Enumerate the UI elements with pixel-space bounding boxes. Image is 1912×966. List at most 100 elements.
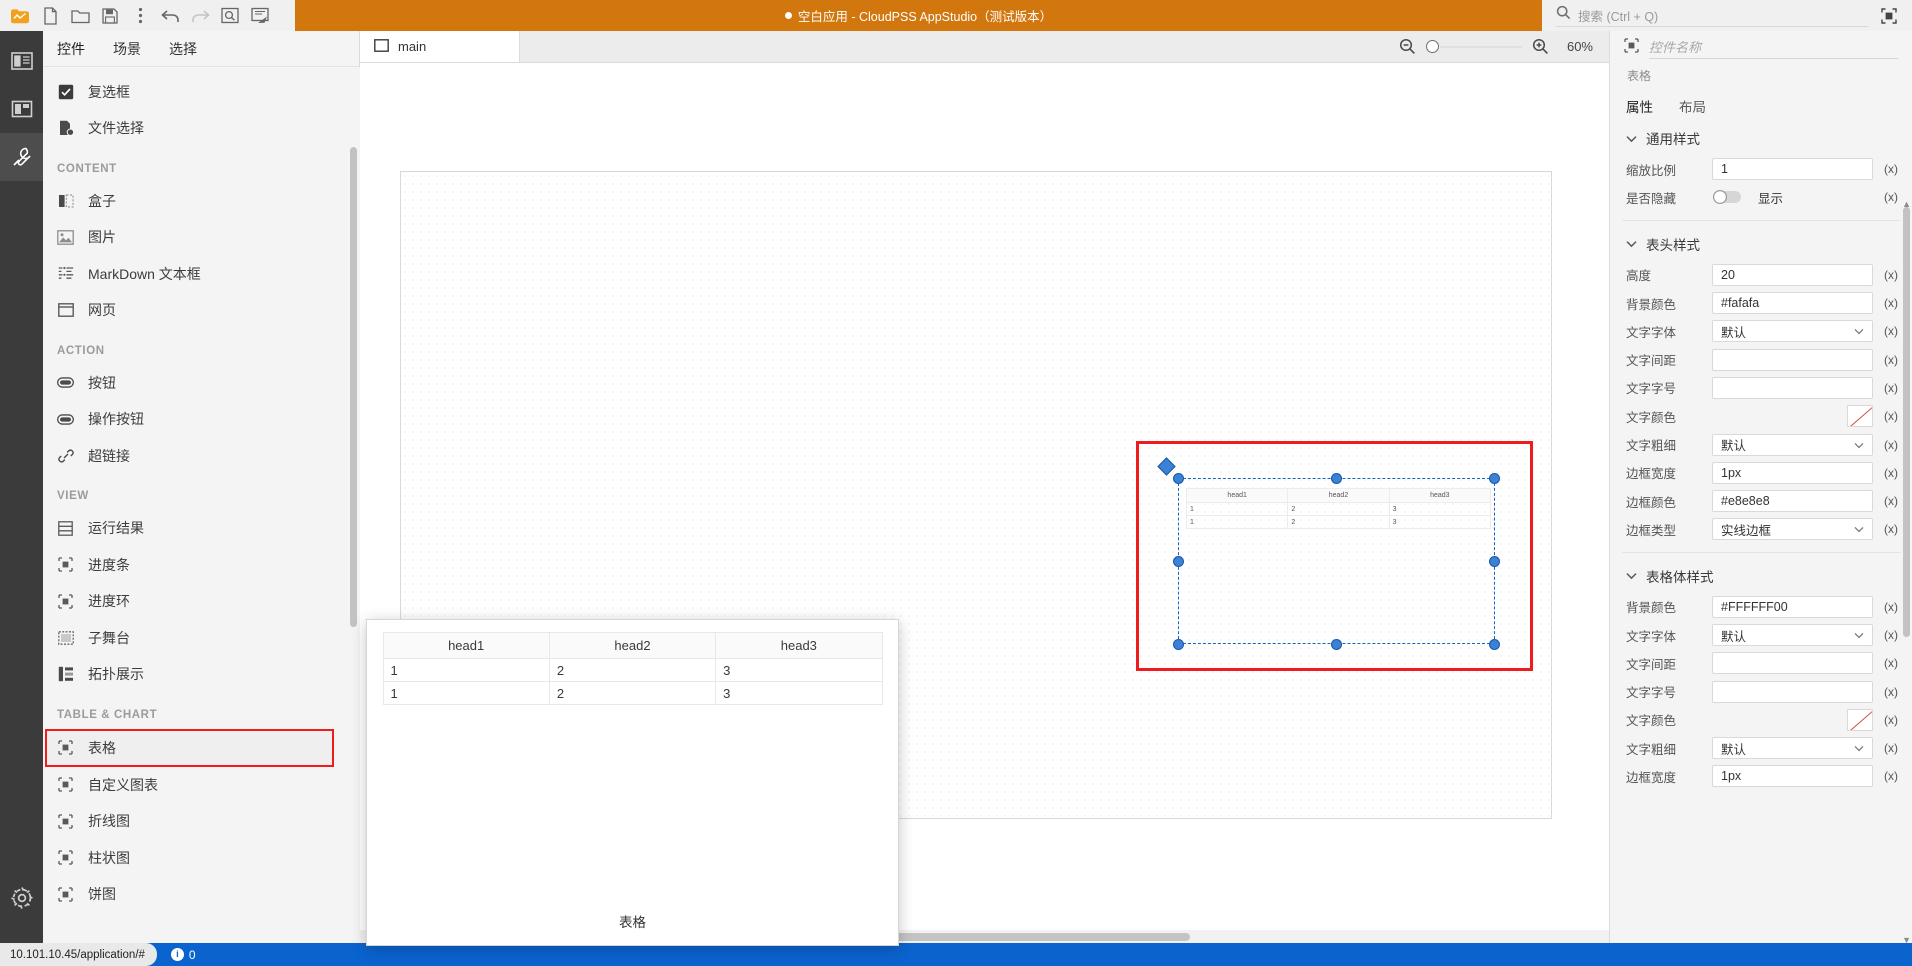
expression-toggle[interactable]: (x) <box>1881 628 1901 642</box>
expression-toggle[interactable]: (x) <box>1881 190 1901 204</box>
publish-icon[interactable] <box>246 3 274 29</box>
scroll-down-arrow-icon[interactable]: ▼ <box>1902 935 1911 943</box>
maximize-icon[interactable] <box>1876 4 1902 28</box>
header-letterspacing-input[interactable] <box>1712 348 1873 371</box>
resize-handle-w[interactable] <box>1173 556 1184 567</box>
list-item[interactable] <box>43 67 360 74</box>
sidebar-item-progress-ring[interactable]: 进度环 <box>43 583 360 620</box>
body-border-width-input[interactable]: 1px <box>1712 765 1873 788</box>
more-options-icon[interactable] <box>126 3 154 29</box>
expression-toggle[interactable]: (x) <box>1881 268 1901 282</box>
header-text-color-swatch[interactable] <box>1847 405 1873 428</box>
body-weight-select[interactable]: 默认 <box>1712 737 1873 760</box>
tab-select[interactable]: 选择 <box>169 39 197 59</box>
rail-item-settings[interactable] <box>0 874 43 922</box>
expression-toggle[interactable]: (x) <box>1881 296 1901 310</box>
sidebar-item-substage[interactable]: 子舞台 <box>43 620 360 657</box>
expression-toggle[interactable]: (x) <box>1881 409 1901 423</box>
expression-toggle[interactable]: (x) <box>1881 466 1901 480</box>
app-logo-icon[interactable] <box>6 3 34 29</box>
sidebar-item-topology[interactable]: 拓扑展示 <box>43 656 360 693</box>
component-list[interactable]: 复选框 文件选择 CONTENT 盒子 图片 MarkDown 文本框 网页 A… <box>43 67 360 943</box>
expression-toggle[interactable]: (x) <box>1881 162 1901 176</box>
section-general-style[interactable]: 通用样式 <box>1610 115 1912 155</box>
resize-handle-e[interactable] <box>1489 556 1500 567</box>
rail-item-pages[interactable] <box>0 37 43 85</box>
expression-toggle[interactable]: (x) <box>1881 656 1901 670</box>
zoom-slider-knob[interactable] <box>1426 40 1439 53</box>
header-fontsize-input[interactable] <box>1712 376 1873 399</box>
expression-toggle[interactable]: (x) <box>1881 600 1901 614</box>
zoom-out-icon[interactable] <box>1399 38 1416 55</box>
sidebar-item-line-chart[interactable]: 折线图 <box>43 803 360 840</box>
sidebar-item-progress-bar[interactable]: 进度条 <box>43 547 360 584</box>
expression-toggle[interactable]: (x) <box>1881 769 1901 783</box>
sidebar-item-bar-chart[interactable]: 柱状图 <box>43 840 360 877</box>
body-font-select[interactable]: 默认 <box>1712 624 1873 646</box>
properties-scrollbar[interactable] <box>1903 207 1910 637</box>
tab-scenes[interactable]: 场景 <box>113 39 141 59</box>
expression-toggle[interactable]: (x) <box>1881 685 1901 699</box>
expression-toggle[interactable]: (x) <box>1881 522 1901 536</box>
sidebar-item-pie-chart[interactable]: 饼图 <box>43 876 360 913</box>
expression-toggle[interactable]: (x) <box>1881 381 1901 395</box>
rail-item-tools[interactable] <box>0 133 43 181</box>
body-bg-input[interactable]: #FFFFFF00 <box>1712 595 1873 618</box>
header-weight-select[interactable]: 默认 <box>1712 433 1873 456</box>
header-height-input[interactable]: 20 <box>1712 263 1873 286</box>
sidebar-item-checkbox[interactable]: 复选框 <box>43 74 360 111</box>
expression-toggle[interactable]: (x) <box>1881 713 1901 727</box>
sidebar-item-markdown[interactable]: MarkDown 文本框 <box>43 256 360 293</box>
zoom-in-icon[interactable] <box>1532 38 1549 55</box>
component-list-scrollbar[interactable] <box>350 147 357 627</box>
header-border-color-input[interactable]: #e8e8e8 <box>1712 490 1873 513</box>
expression-toggle[interactable]: (x) <box>1881 353 1901 367</box>
status-url[interactable]: 10.101.10.45/application/# <box>0 943 157 966</box>
expression-toggle[interactable]: (x) <box>1881 741 1901 755</box>
sidebar-item-box[interactable]: 盒子 <box>43 183 360 220</box>
sidebar-item-table[interactable]: 表格 <box>45 728 334 767</box>
sidebar-item-result[interactable]: 运行结果 <box>43 510 360 547</box>
section-header-style[interactable]: 表头样式 <box>1610 221 1912 261</box>
sidebar-item-button[interactable]: 按钮 <box>43 365 360 402</box>
sidebar-item-custom-chart[interactable]: 自定义图表 <box>43 767 360 804</box>
resize-handle-se[interactable] <box>1489 639 1500 650</box>
new-file-icon[interactable] <box>36 3 64 29</box>
body-letterspacing-input[interactable] <box>1712 652 1873 675</box>
resize-handle-s[interactable] <box>1331 639 1342 650</box>
header-border-width-input[interactable]: 1px <box>1712 461 1873 484</box>
sidebar-item-hyperlink[interactable]: 超链接 <box>43 438 360 475</box>
header-border-type-select[interactable]: 实线边框 <box>1712 518 1873 541</box>
scale-input[interactable]: 1 <box>1712 158 1873 181</box>
resize-handle-n[interactable] <box>1331 473 1342 484</box>
sidebar-item-image[interactable]: 图片 <box>43 219 360 256</box>
sidebar-item-action-button[interactable]: 操作按钮 <box>43 401 360 438</box>
global-search[interactable]: 搜索 (Ctrl + Q) <box>1556 5 1868 27</box>
zoom-slider[interactable] <box>1426 40 1522 54</box>
tab-widgets[interactable]: 控件 <box>57 39 85 59</box>
widget-name-input[interactable] <box>1649 37 1898 59</box>
expression-toggle[interactable]: (x) <box>1881 324 1901 338</box>
save-icon[interactable] <box>96 3 124 29</box>
resize-handle-ne[interactable] <box>1489 473 1500 484</box>
preview-icon[interactable] <box>216 3 244 29</box>
open-folder-icon[interactable] <box>66 3 94 29</box>
canvas-table-widget[interactable]: head1 head2 head3 1 2 3 1 2 3 <box>1185 488 1492 529</box>
body-fontsize-input[interactable] <box>1712 680 1873 703</box>
section-body-style[interactable]: 表格体样式 <box>1610 553 1912 593</box>
resize-handle-nw[interactable] <box>1173 473 1184 484</box>
header-bg-input[interactable]: #fafafa <box>1712 292 1873 315</box>
expression-toggle[interactable]: (x) <box>1881 438 1901 452</box>
resize-handle-sw[interactable] <box>1173 639 1184 650</box>
rail-item-components[interactable] <box>0 85 43 133</box>
undo-icon[interactable] <box>156 3 184 29</box>
tab-main[interactable]: main <box>360 31 520 62</box>
header-font-select[interactable]: 默认 <box>1712 320 1873 343</box>
body-text-color-swatch[interactable] <box>1847 708 1873 731</box>
properties-body[interactable]: ▲ 通用样式 缩放比例 1 (x) 是否隐藏 显示 (x) 表头样式 高度 20… <box>1610 115 1912 943</box>
visibility-toggle[interactable] <box>1712 189 1742 205</box>
expression-toggle[interactable]: (x) <box>1881 494 1901 508</box>
sidebar-item-file-picker[interactable]: 文件选择 <box>43 110 360 147</box>
status-info[interactable]: i 0 <box>170 948 196 962</box>
sidebar-item-webpage[interactable]: 网页 <box>43 292 360 329</box>
